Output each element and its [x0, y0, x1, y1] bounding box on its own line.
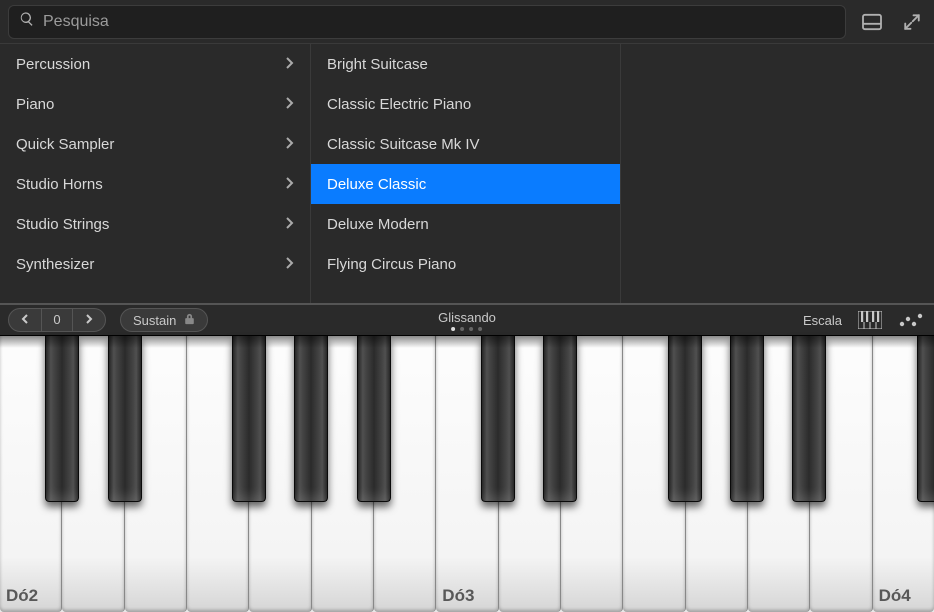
- search-input[interactable]: [43, 13, 835, 31]
- category-column: Percussion Piano Quick Sampler Studio Horns…: [0, 44, 310, 303]
- key-label: Dó3: [442, 586, 474, 606]
- keyboard-view-button[interactable]: [856, 308, 884, 332]
- black-key[interactable]: [45, 336, 79, 502]
- category-item[interactable]: Percussion: [0, 44, 310, 84]
- octave-value: 0: [41, 309, 73, 331]
- category-label: Studio Strings: [16, 216, 109, 233]
- page-dots: [438, 327, 496, 331]
- key-label: Dó4: [879, 586, 911, 606]
- chevron-right-icon: [284, 176, 294, 193]
- chevron-right-icon: [284, 56, 294, 73]
- preset-item[interactable]: Deluxe Classic: [311, 164, 620, 204]
- keyboard-toolbar: 0 Sustain Glissando Escala: [0, 304, 934, 336]
- black-key[interactable]: [730, 336, 764, 502]
- sustain-toggle[interactable]: Sustain: [120, 308, 208, 332]
- preset-item[interactable]: Bright Suitcase: [311, 44, 620, 84]
- octave-stepper: 0: [8, 308, 106, 332]
- sustain-label: Sustain: [133, 313, 176, 328]
- black-key[interactable]: [668, 336, 702, 502]
- black-key[interactable]: [543, 336, 577, 502]
- black-key[interactable]: [232, 336, 266, 502]
- octave-down-button[interactable]: [9, 309, 41, 331]
- top-bar: [0, 0, 934, 44]
- category-label: Synthesizer: [16, 256, 94, 273]
- piano-keyboard: Dó2 Dó3 Dó4: [0, 336, 934, 612]
- chevron-right-icon: [284, 216, 294, 233]
- preset-item[interactable]: Flying Circus Piano: [311, 244, 620, 284]
- category-label: Piano: [16, 96, 54, 113]
- preset-label: Classic Suitcase Mk IV: [327, 136, 480, 153]
- scale-button[interactable]: Escala: [803, 313, 842, 328]
- octave-up-button[interactable]: [73, 309, 105, 331]
- view-mode-button[interactable]: [858, 8, 886, 36]
- black-key[interactable]: [481, 336, 515, 502]
- category-label: Percussion: [16, 56, 90, 73]
- search-icon: [19, 11, 35, 32]
- preset-item[interactable]: Deluxe Modern: [311, 204, 620, 244]
- category-item[interactable]: Piano: [0, 84, 310, 124]
- preset-label: Deluxe Classic: [327, 176, 426, 193]
- category-item[interactable]: Studio Strings: [0, 204, 310, 244]
- fullscreen-button[interactable]: [898, 8, 926, 36]
- detail-column: [620, 44, 930, 303]
- play-mode-label: Glissando: [438, 310, 496, 325]
- category-label: Quick Sampler: [16, 136, 114, 153]
- key-label: Dó2: [6, 586, 38, 606]
- black-key[interactable]: [357, 336, 391, 502]
- category-item[interactable]: Synthesizer: [0, 244, 310, 284]
- black-key[interactable]: [294, 336, 328, 502]
- preset-label: Classic Electric Piano: [327, 96, 471, 113]
- sound-browser: Percussion Piano Quick Sampler Studio Horns…: [0, 44, 934, 304]
- chevron-right-icon: [284, 96, 294, 113]
- lock-icon: [184, 313, 195, 328]
- play-mode-selector[interactable]: Glissando: [438, 310, 496, 331]
- preset-label: Flying Circus Piano: [327, 256, 456, 273]
- preset-item[interactable]: Classic Suitcase Mk IV: [311, 124, 620, 164]
- preset-label: Deluxe Modern: [327, 216, 429, 233]
- category-label: Studio Horns: [16, 176, 103, 193]
- chevron-right-icon: [284, 136, 294, 153]
- black-key[interactable]: [792, 336, 826, 502]
- preset-column: Bright Suitcase Classic Electric Piano Cla…: [310, 44, 620, 303]
- category-item[interactable]: Studio Horns: [0, 164, 310, 204]
- black-key[interactable]: [917, 336, 934, 502]
- search-field-wrap[interactable]: [8, 5, 846, 39]
- preset-item[interactable]: Classic Electric Piano: [311, 84, 620, 124]
- category-item[interactable]: Quick Sampler: [0, 124, 310, 164]
- black-key[interactable]: [108, 336, 142, 502]
- preset-label: Bright Suitcase: [327, 56, 428, 73]
- chevron-right-icon: [284, 256, 294, 273]
- arpeggiator-button[interactable]: [898, 308, 926, 332]
